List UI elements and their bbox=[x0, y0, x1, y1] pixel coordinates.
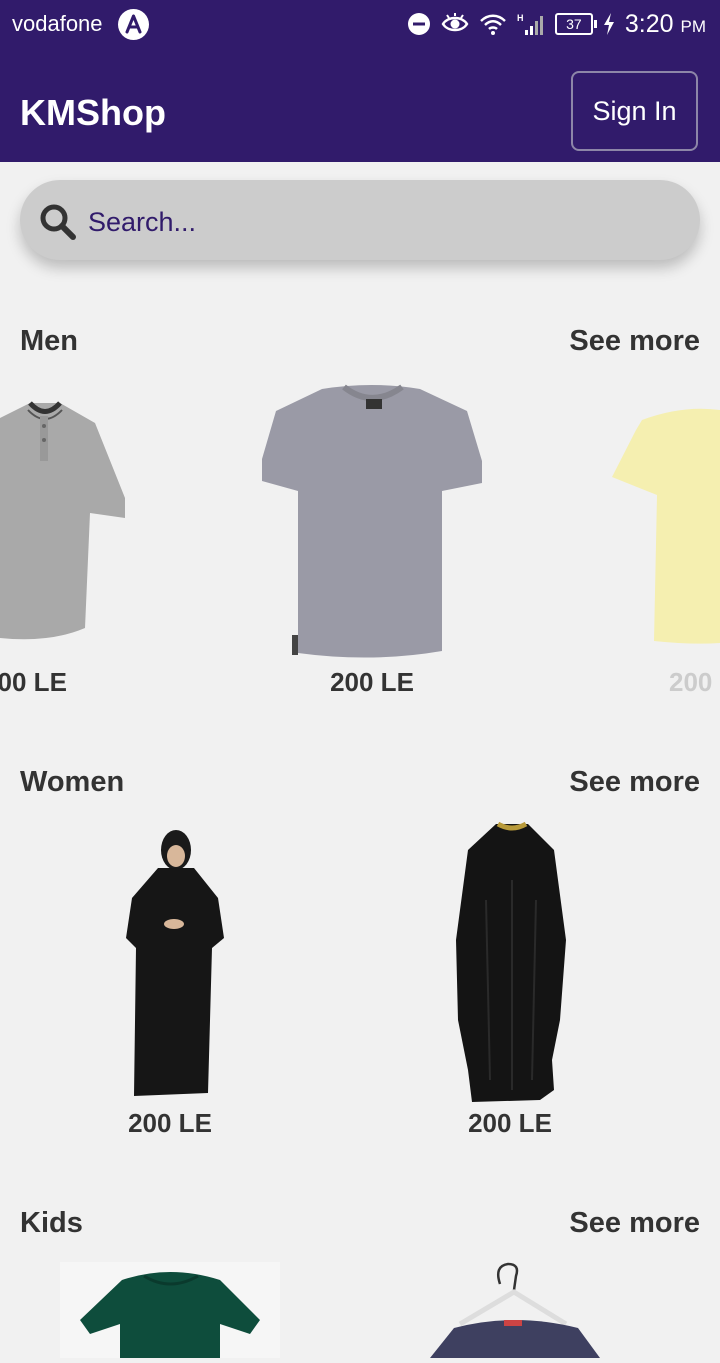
product-image-green-top[interactable] bbox=[60, 1262, 280, 1358]
do-not-disturb-icon bbox=[407, 13, 430, 35]
section-title-women: Women bbox=[20, 766, 125, 798]
product-image-yellow-tshirt[interactable] bbox=[612, 405, 720, 645]
product-image-navy-sweater[interactable] bbox=[420, 1262, 610, 1358]
product-price: 200 LE bbox=[468, 1108, 552, 1138]
clock: 3:20 PM bbox=[624, 9, 706, 38]
product-image-grey-tshirt[interactable] bbox=[262, 383, 482, 659]
battery-icon: 37 bbox=[554, 13, 597, 35]
search-icon bbox=[38, 202, 78, 242]
wifi-icon bbox=[480, 14, 506, 35]
section-title-men: Men bbox=[20, 325, 78, 357]
product-image-black-abaya[interactable] bbox=[122, 828, 226, 1100]
status-icons: H 37 3:20 PM bbox=[407, 8, 706, 40]
product-image-black-kaftan[interactable] bbox=[456, 820, 568, 1102]
product-price: 200 LE bbox=[128, 1108, 212, 1138]
see-more-women-link[interactable]: See more bbox=[569, 764, 700, 800]
product-price: 200 bbox=[669, 667, 713, 697]
product-image-grey-polo[interactable] bbox=[0, 398, 130, 646]
carrier-badge-icon bbox=[118, 9, 149, 40]
see-more-kids-link[interactable]: See more bbox=[569, 1205, 700, 1241]
sign-in-button[interactable]: Sign In bbox=[571, 71, 698, 151]
eye-comfort-icon bbox=[441, 13, 469, 32]
signal-icon: H bbox=[517, 13, 543, 35]
charging-icon bbox=[603, 13, 614, 35]
section-title-kids: Kids bbox=[20, 1207, 83, 1239]
see-more-men-link[interactable]: See more bbox=[569, 323, 700, 359]
app-title: KMShop bbox=[20, 92, 166, 133]
search-input[interactable] bbox=[86, 200, 650, 244]
carrier-name: vodafone bbox=[12, 11, 103, 36]
product-price: 200 LE bbox=[330, 667, 414, 697]
product-price: 200 LE bbox=[0, 667, 67, 697]
svg-text:H: H bbox=[517, 13, 524, 23]
